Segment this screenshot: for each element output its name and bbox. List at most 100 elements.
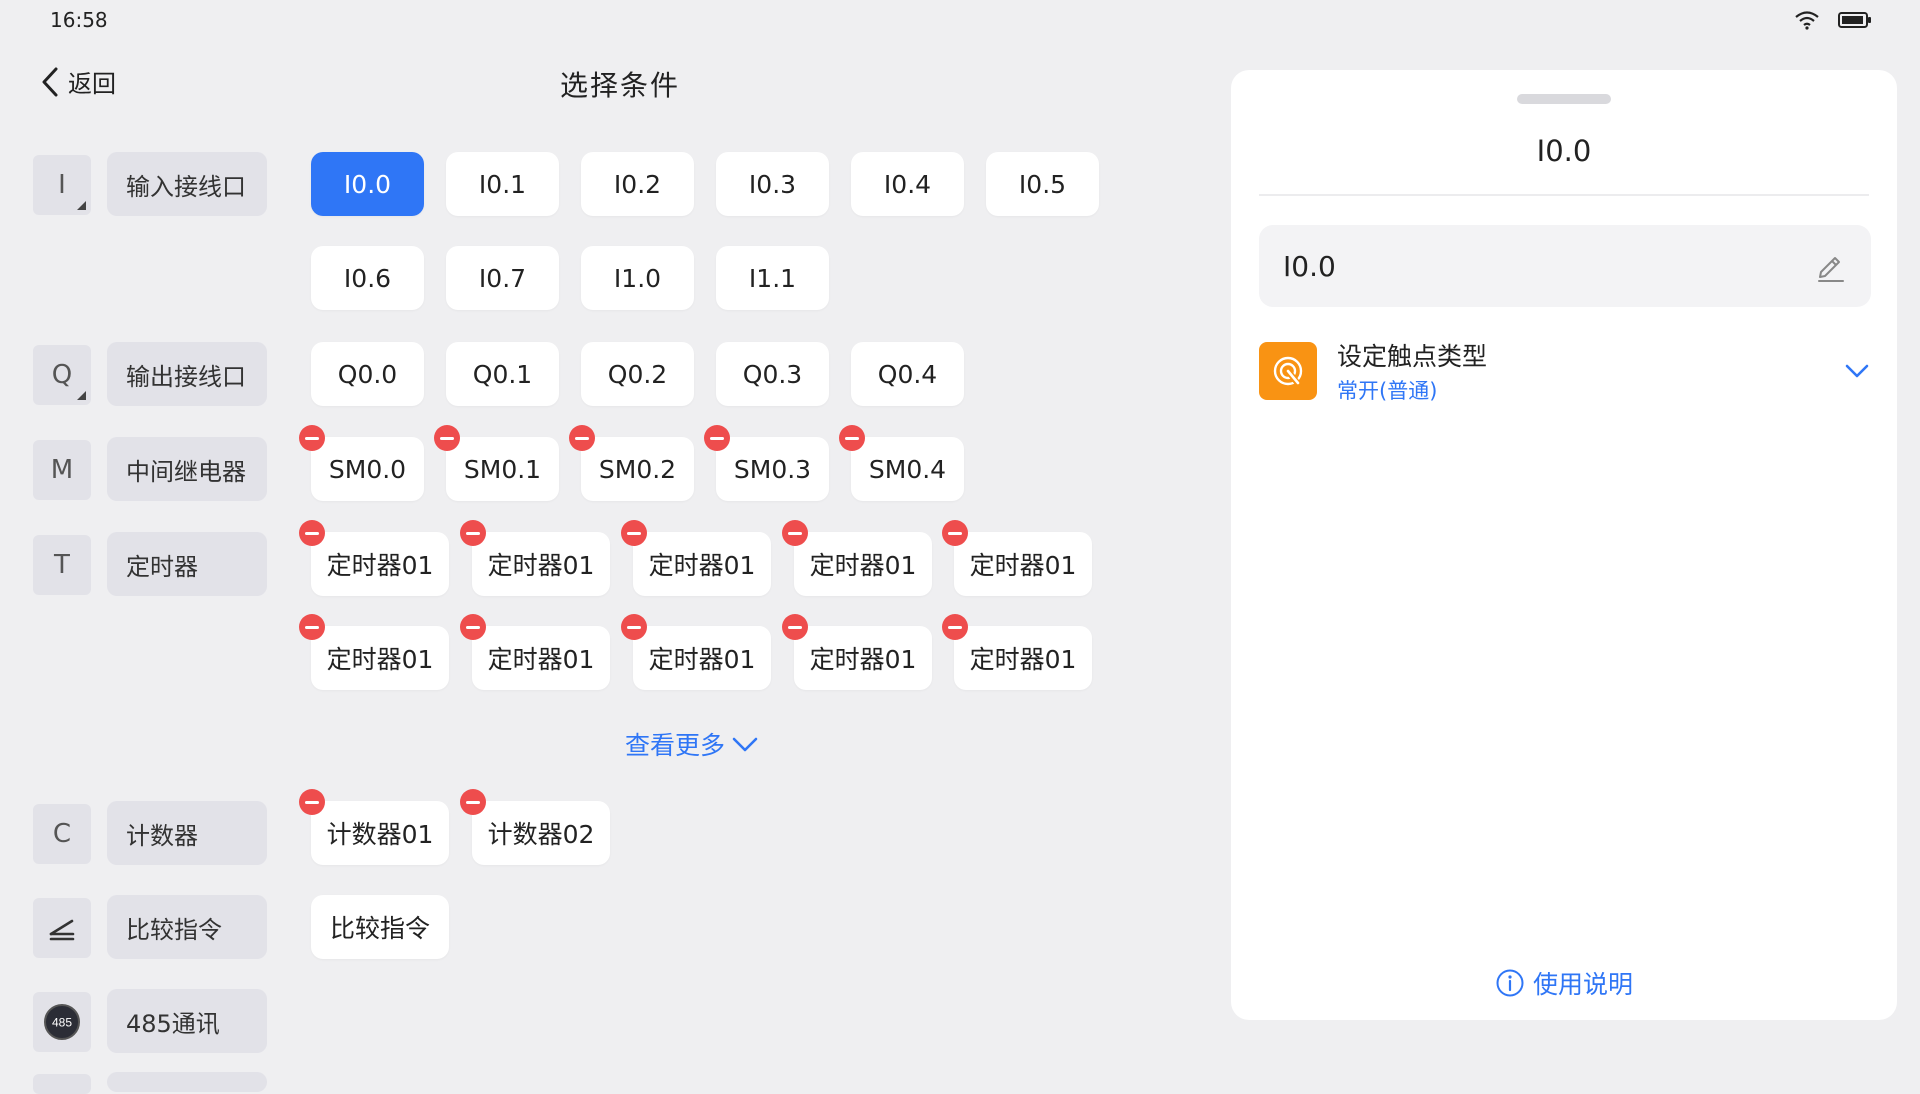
output-chip[interactable]: Q0.0 [311, 342, 424, 406]
chip-label: 定时器01 [809, 551, 917, 580]
chip-label: SM0.0 [328, 454, 407, 484]
category-i-key[interactable]: I [33, 155, 91, 215]
category-compare-key[interactable] [33, 898, 91, 958]
input-chip[interactable]: I0.0 [311, 152, 424, 216]
remove-icon[interactable] [460, 614, 486, 640]
condition-detail-panel: I0.0 I0.0 设定触点类型 常开(普通) 使用说明 [1231, 70, 1897, 1020]
category-q-key[interactable]: Q [33, 345, 91, 405]
relay-chip[interactable]: SM0.0 [299, 425, 424, 501]
remove-icon[interactable] [569, 425, 595, 451]
compare-chip[interactable]: 比较指令 [311, 895, 449, 959]
contact-type-title: 设定触点类型 [1337, 342, 1488, 371]
remove-icon[interactable] [621, 614, 647, 640]
touch-icon [1259, 342, 1317, 400]
output-chip[interactable]: Q0.3 [716, 342, 829, 406]
remove-icon[interactable] [839, 425, 865, 451]
info-icon [1496, 969, 1524, 997]
timer-chip[interactable]: 定时器01 [942, 520, 1092, 596]
contact-type-value: 常开(普通) [1337, 379, 1438, 403]
remove-icon[interactable] [942, 520, 968, 546]
counter-chip[interactable]: 计数器01 [299, 789, 449, 865]
drag-handle[interactable] [1517, 94, 1611, 104]
remove-icon[interactable] [782, 520, 808, 546]
contact-type-row[interactable]: 设定触点类型 常开(普通) [1259, 340, 1871, 403]
timer-chip[interactable]: 定时器01 [460, 614, 610, 690]
compare-icon [49, 919, 75, 941]
timer-chip[interactable]: 定时器01 [299, 614, 449, 690]
timer-chip[interactable]: 定时器01 [942, 614, 1092, 690]
chip-label: 计数器02 [487, 820, 595, 849]
remove-icon[interactable] [460, 789, 486, 815]
chip-label: SM0.3 [733, 454, 812, 484]
input-chip[interactable]: I0.3 [716, 152, 829, 216]
timer-chip[interactable]: 定时器01 [621, 520, 771, 596]
relay-chip[interactable]: SM0.2 [569, 425, 694, 501]
category-c-key[interactable]: C [33, 804, 91, 864]
edit-icon[interactable] [1813, 249, 1847, 283]
status-time: 16:58 [50, 8, 108, 32]
input-chip[interactable]: I1.0 [581, 246, 694, 310]
counter-chip[interactable]: 计数器02 [460, 789, 610, 865]
input-chip[interactable]: I0.2 [581, 152, 694, 216]
panel-title: I0.0 [1536, 134, 1592, 168]
remove-icon[interactable] [299, 520, 325, 546]
relay-chip[interactable]: SM0.4 [839, 425, 964, 501]
chevron-down-icon [732, 737, 758, 752]
relay-chip[interactable]: SM0.1 [434, 425, 559, 501]
chip-label: 定时器01 [809, 645, 917, 674]
battery-icon [1838, 12, 1871, 28]
category-compare-label[interactable]: 比较指令 [107, 895, 267, 959]
timer-chip[interactable]: 定时器01 [621, 614, 771, 690]
remove-icon[interactable] [621, 520, 647, 546]
page-title: 选择条件 [560, 69, 681, 102]
category-485-key[interactable]: 485 [33, 992, 91, 1052]
remove-icon[interactable] [299, 425, 325, 451]
timer-chip[interactable]: 定时器01 [782, 614, 932, 690]
back-label: 返回 [68, 70, 116, 98]
remove-icon[interactable] [434, 425, 460, 451]
relay-chip[interactable]: SM0.3 [704, 425, 829, 501]
input-chip[interactable]: I1.1 [716, 246, 829, 310]
timer-chip[interactable]: 定时器01 [460, 520, 610, 596]
name-field[interactable]: I0.0 [1259, 225, 1871, 307]
remove-icon[interactable] [460, 520, 486, 546]
output-chip[interactable]: Q0.1 [446, 342, 559, 406]
input-chip[interactable]: I0.6 [311, 246, 424, 310]
remove-icon[interactable] [704, 425, 730, 451]
timer-chip[interactable]: 定时器01 [299, 520, 449, 596]
divider [1259, 194, 1869, 196]
category-485-label[interactable]: 485通讯 [107, 989, 267, 1053]
chip-label: 定时器01 [969, 551, 1077, 580]
category-output-label[interactable]: 输出接线口 [107, 342, 267, 406]
remove-icon[interactable] [299, 789, 325, 815]
back-button[interactable]: 返回 [40, 64, 116, 99]
output-chip[interactable]: Q0.2 [581, 342, 694, 406]
category-input-label[interactable]: 输入接线口 [107, 152, 267, 216]
category-next-label[interactable] [107, 1072, 267, 1092]
category-relay-label[interactable]: 中间继电器 [107, 437, 267, 501]
chip-label: SM0.1 [463, 454, 542, 484]
category-m-key[interactable]: M [33, 440, 91, 500]
show-more-button[interactable]: 查看更多 [625, 726, 759, 762]
remove-icon[interactable] [782, 614, 808, 640]
status-icons [1794, 10, 1872, 30]
timer-chip[interactable]: 定时器01 [782, 520, 932, 596]
chip-label: 定时器01 [648, 645, 756, 674]
chip-label: 定时器01 [487, 645, 595, 674]
category-timer-label[interactable]: 定时器 [107, 532, 267, 596]
remove-icon[interactable] [942, 614, 968, 640]
chip-label: SM0.2 [598, 454, 677, 484]
chevron-down-icon[interactable] [1843, 361, 1871, 381]
chip-label: 定时器01 [487, 551, 595, 580]
input-chip[interactable]: I0.1 [446, 152, 559, 216]
category-t-key[interactable]: T [33, 535, 91, 595]
output-chip[interactable]: Q0.4 [851, 342, 964, 406]
input-chip[interactable]: I0.5 [986, 152, 1099, 216]
input-chip[interactable]: I0.4 [851, 152, 964, 216]
input-chip[interactable]: I0.7 [446, 246, 559, 310]
name-value: I0.0 [1283, 249, 1336, 283]
help-link[interactable]: 使用说明 [1231, 965, 1897, 1001]
category-next-key[interactable] [33, 1074, 91, 1094]
category-counter-label[interactable]: 计数器 [107, 801, 267, 865]
remove-icon[interactable] [299, 614, 325, 640]
